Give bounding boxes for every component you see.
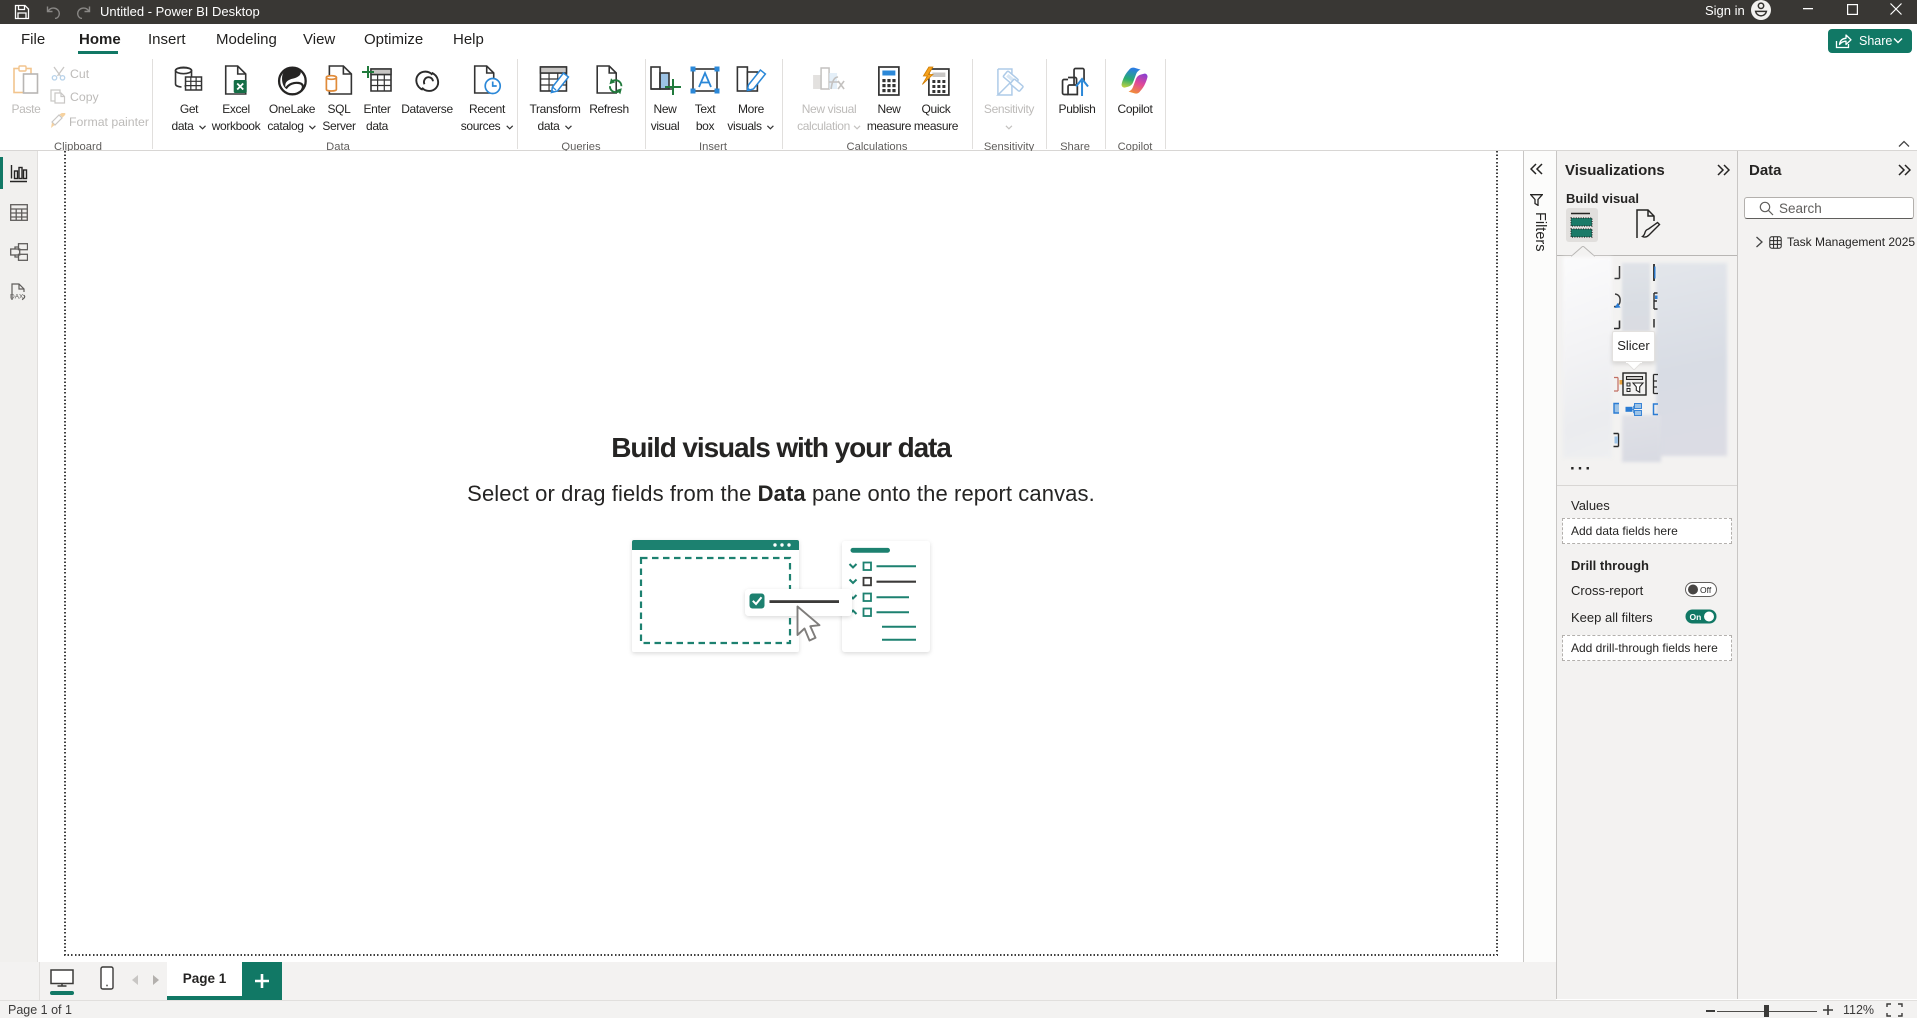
svg-text:Off: Off	[1700, 585, 1712, 595]
svg-text:On: On	[1690, 612, 1702, 622]
